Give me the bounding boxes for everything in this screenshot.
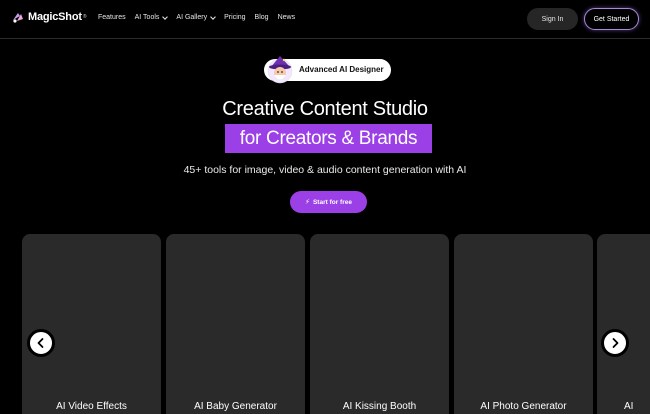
sign-in-button[interactable]: Sign In xyxy=(527,8,578,30)
top-nav: MagicShot ® Features AI Tools AI Gallery… xyxy=(0,0,650,39)
tool-card-ai-photo-generator[interactable]: AI Photo Generator xyxy=(454,234,593,414)
advanced-ai-designer-badge[interactable]: Advanced AI Designer xyxy=(264,56,391,84)
magicshot-logo-icon xyxy=(11,10,25,24)
registered-mark: ® xyxy=(82,14,87,20)
brand-name: MagicShot xyxy=(28,11,82,23)
tool-card-ai-baby-generator[interactable]: AI Baby Generator xyxy=(166,234,305,414)
chevron-left-icon xyxy=(37,338,44,348)
nav-item-features[interactable]: Features xyxy=(98,14,126,21)
hero-subtitle: 45+ tools for image, video & audio conte… xyxy=(183,164,467,176)
tool-card-label: AI Photo Generator xyxy=(480,401,567,412)
carousel-next-button[interactable] xyxy=(601,329,629,357)
nav-item-label: AI Gallery xyxy=(176,14,208,21)
chevron-down-icon xyxy=(210,13,216,20)
nav-item-blog[interactable]: Blog xyxy=(255,14,269,21)
nav-item-news[interactable]: News xyxy=(278,14,296,21)
nav-links: Features AI Tools AI Gallery Pricing Blo… xyxy=(98,13,296,21)
tool-card-ai-video-effects[interactable]: AI Video Effects xyxy=(22,234,161,414)
lightning-icon: ⚡ xyxy=(305,199,310,206)
nav-item-label: Features xyxy=(98,14,126,21)
tool-card-label: AI xyxy=(624,401,634,412)
chevron-down-icon xyxy=(162,13,169,20)
nav-item-pricing[interactable]: Pricing xyxy=(224,14,245,21)
nav-item-ai-gallery[interactable]: AI Gallery xyxy=(176,13,216,21)
get-started-button[interactable]: Get Started xyxy=(584,8,639,30)
nav-item-label: Pricing xyxy=(224,14,246,21)
tool-card-label: AI Kissing Booth xyxy=(342,401,417,412)
tool-card-partial[interactable]: AI xyxy=(597,234,650,414)
nav-item-label: News xyxy=(277,14,296,21)
nav-item-label: Blog xyxy=(254,14,269,21)
start-button-label: Start for free xyxy=(312,198,352,206)
tool-card-label: AI Baby Generator xyxy=(194,401,277,412)
hero-title: Creative Content Studio xyxy=(222,98,428,120)
nav-item-ai-tools[interactable]: AI Tools xyxy=(134,13,169,21)
hero-highlight: for Creators & Brands xyxy=(225,124,432,153)
tool-card-ai-kissing-booth[interactable]: AI Kissing Booth xyxy=(310,234,449,414)
start-for-free-button[interactable]: ⚡ Start for free xyxy=(290,191,367,213)
brand-logo[interactable]: MagicShot ® xyxy=(11,10,87,24)
wizard-avatar-icon xyxy=(265,54,295,84)
badge-label: Advanced AI Designer xyxy=(299,65,384,74)
carousel-prev-button[interactable] xyxy=(27,329,55,357)
tool-card-label: AI Video Effects xyxy=(56,401,127,412)
chevron-right-icon xyxy=(612,338,619,348)
nav-item-label: AI Tools xyxy=(134,14,160,21)
